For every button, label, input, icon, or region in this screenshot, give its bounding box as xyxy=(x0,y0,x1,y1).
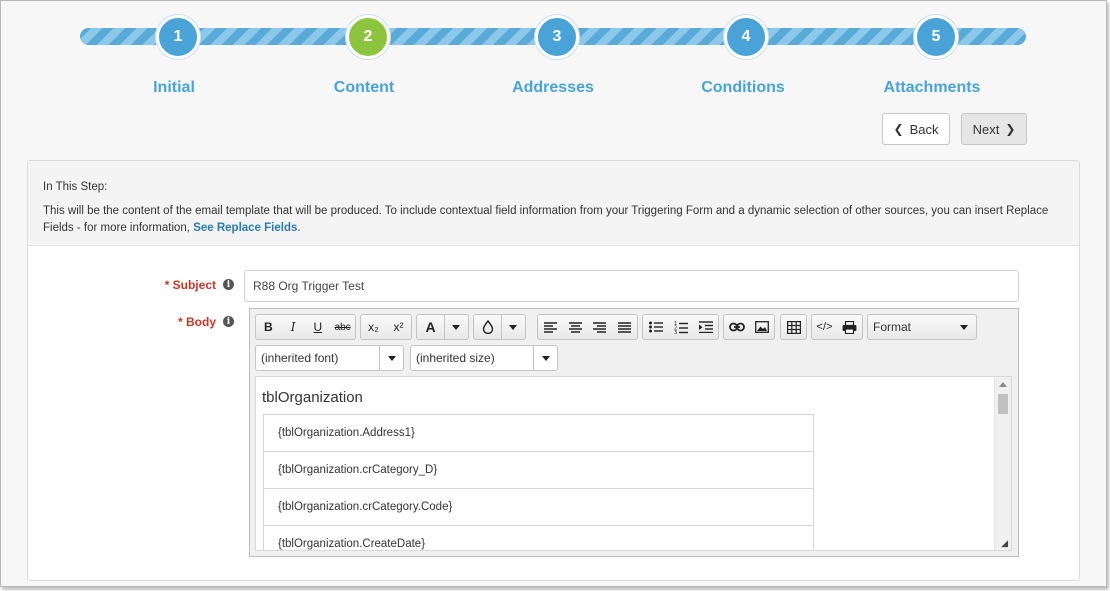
subject-info-icon[interactable]: i xyxy=(223,279,234,290)
list-group: 123 xyxy=(642,314,719,340)
step-3-label[interactable]: Addresses xyxy=(483,79,623,97)
table-row: {tblOrganization.Address1} xyxy=(264,415,813,452)
content-table-title: tblOrganization xyxy=(262,389,363,406)
align-left-icon xyxy=(543,321,557,333)
background-color-dropdown[interactable] xyxy=(501,315,523,339)
replace-fields-link[interactable]: See Replace Fields xyxy=(193,222,297,234)
step-2-label[interactable]: Content xyxy=(294,79,434,97)
align-justify-icon xyxy=(618,321,632,333)
chevron-down-icon xyxy=(508,324,517,330)
background-color-button[interactable] xyxy=(474,315,501,339)
next-button-label: Next xyxy=(972,121,1000,137)
subscript-button[interactable]: x₂ xyxy=(361,315,386,339)
back-button-label: Back xyxy=(909,121,939,137)
editor-scrollbar[interactable]: ◢ xyxy=(994,377,1011,550)
step-info-suffix: . xyxy=(297,222,301,234)
step-1-label[interactable]: Initial xyxy=(104,79,244,97)
print-icon xyxy=(842,320,857,334)
subject-input[interactable]: R88 Org Trigger Test xyxy=(244,270,1019,302)
chevron-down-icon xyxy=(451,324,460,330)
bold-button[interactable]: B xyxy=(256,315,281,339)
body-info-icon[interactable]: i xyxy=(223,316,234,327)
align-right-button[interactable] xyxy=(588,315,613,339)
next-button[interactable]: Next ❯ xyxy=(961,113,1027,145)
print-button[interactable] xyxy=(837,315,862,339)
step-4-circle[interactable]: 4 xyxy=(724,15,768,59)
chevron-right-icon: ❯ xyxy=(1005,122,1016,136)
body-rich-text-editor: B I U abc x₂ x² A 1 2 3 </> Format (inhe… xyxy=(249,308,1019,557)
step-info-text: This will be the content of the email te… xyxy=(43,203,1063,237)
font-size-value: (inherited size) xyxy=(416,351,495,365)
chevron-left-icon: ❮ xyxy=(893,122,904,136)
back-button[interactable]: ❮ Back xyxy=(882,113,950,145)
chevron-down-icon xyxy=(960,324,968,330)
scroll-up-arrow-icon[interactable] xyxy=(999,382,1007,387)
script-group: x₂ x² xyxy=(360,314,412,340)
font-family-dropdown-arrow xyxy=(379,346,403,370)
resize-grip-icon[interactable]: ◢ xyxy=(1001,538,1008,549)
superscript-button[interactable]: x² xyxy=(386,315,411,339)
chevron-down-icon xyxy=(387,355,396,361)
align-right-icon xyxy=(593,321,607,333)
font-size-select[interactable]: (inherited size) xyxy=(410,345,558,371)
replace-field-table: {tblOrganization.Address1} {tblOrganizat… xyxy=(263,414,814,550)
underline-button[interactable]: U xyxy=(306,315,331,339)
insert-group xyxy=(723,314,775,340)
text-style-group: B I U abc xyxy=(255,314,356,340)
align-justify-button[interactable] xyxy=(612,315,637,339)
alignment-group xyxy=(537,314,638,340)
background-color-group xyxy=(473,314,526,340)
step-4-label[interactable]: Conditions xyxy=(673,79,813,97)
table-row: {tblOrganization.CreateDate} xyxy=(264,526,813,550)
indent-button[interactable] xyxy=(693,315,718,339)
font-color-group: A xyxy=(416,314,469,340)
link-icon xyxy=(728,322,745,332)
format-select-label: Format xyxy=(873,320,912,334)
view-html-button[interactable]: </> xyxy=(812,315,837,339)
font-family-value: (inherited font) xyxy=(261,351,339,365)
step-2-circle[interactable]: 2 xyxy=(346,15,390,59)
italic-button[interactable]: I xyxy=(281,315,306,339)
bulleted-list-button[interactable] xyxy=(643,315,668,339)
view-group: </> xyxy=(811,314,863,340)
strikethrough-button[interactable]: abc xyxy=(330,315,355,339)
body-label: * Body xyxy=(177,315,216,329)
step-5-label[interactable]: Attachments xyxy=(862,79,1002,97)
format-select[interactable]: Format xyxy=(867,314,977,340)
step-3-circle[interactable]: 3 xyxy=(535,15,579,59)
align-left-button[interactable] xyxy=(538,315,563,339)
insert-link-button[interactable] xyxy=(724,315,749,339)
code-icon: </> xyxy=(816,321,833,333)
image-icon xyxy=(754,321,769,333)
step-1-circle[interactable]: 1 xyxy=(156,15,200,59)
step-info-box: In This Step: This will be the content o… xyxy=(28,161,1079,246)
numbered-list-icon: 123 xyxy=(674,321,688,334)
font-family-select[interactable]: (inherited font) xyxy=(255,345,404,371)
chevron-down-icon xyxy=(541,355,550,361)
indent-icon xyxy=(698,321,713,333)
drop-icon xyxy=(482,320,493,334)
email-template-wizard: 1 2 3 4 5 Initial Content Addresses Cond… xyxy=(0,0,1107,587)
insert-table-button[interactable] xyxy=(781,315,806,339)
font-color-dropdown[interactable] xyxy=(444,315,466,339)
svg-text:3: 3 xyxy=(674,330,677,334)
font-color-button[interactable]: A xyxy=(417,315,444,339)
step-5-circle[interactable]: 5 xyxy=(914,15,958,59)
table-row: {tblOrganization.crCategory_D} xyxy=(264,452,813,489)
align-center-icon xyxy=(568,321,582,333)
table-row: {tblOrganization.crCategory.Code} xyxy=(264,489,813,526)
editor-content-area[interactable]: tblOrganization {tblOrganization.Address… xyxy=(255,376,1012,551)
step-info-title: In This Step: xyxy=(43,181,108,193)
table-icon xyxy=(786,320,801,334)
format-dropdown-arrow xyxy=(952,315,976,339)
subject-label: * Subject xyxy=(164,278,216,292)
numbered-list-button[interactable]: 123 xyxy=(668,315,693,339)
scroll-thumb[interactable] xyxy=(998,394,1008,414)
bulleted-list-icon xyxy=(648,321,663,333)
table-group xyxy=(780,314,807,340)
align-center-button[interactable] xyxy=(563,315,588,339)
insert-image-button[interactable] xyxy=(749,315,774,339)
content-panel: In This Step: This will be the content o… xyxy=(27,160,1080,581)
font-size-dropdown-arrow xyxy=(533,346,557,370)
